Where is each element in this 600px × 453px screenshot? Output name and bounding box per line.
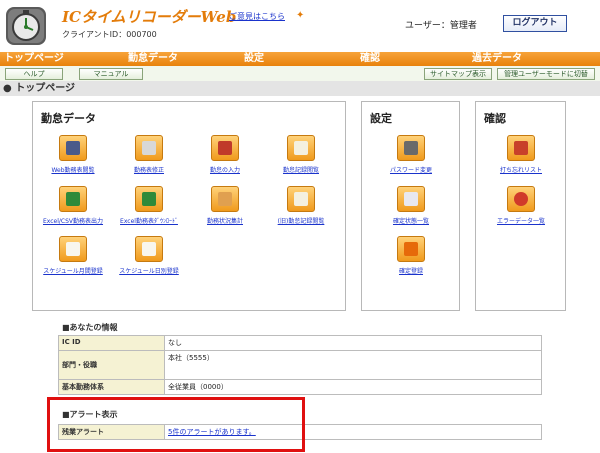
tile-label[interactable]: 勤務状況集計 [189,216,261,225]
main-nav: トップページ 勤怠データ 設定 確認 過去データ [0,52,600,66]
tile-confirm-register[interactable]: 確定登録 [375,236,447,275]
manual-button[interactable]: マニュアル [79,68,143,80]
excel-icon [59,186,87,212]
feedback-link[interactable]: ご意見はこちら [229,11,285,22]
tile-label[interactable]: (旧)勤怠記録閲覧 [265,216,337,225]
logout-button[interactable]: ログアウト [503,15,567,32]
tile-schedule-daily[interactable]: スケジュール日別登録 [113,236,185,275]
info-value: 全従業員（0000） [164,379,542,395]
tile-error-data-list[interactable]: エラーデータ一覧 [485,186,557,225]
app-title: ICタイムリコーダーWeb [62,8,237,26]
nav-top-page[interactable]: トップページ [4,52,64,66]
tile-label[interactable]: Web勤務表閲覧 [37,165,109,174]
tile-work-summary[interactable]: 勤務状況集計 [189,186,261,225]
tile-excel-csv-export[interactable]: Excel/CSV勤務表出力 [37,186,109,225]
tile-label[interactable]: 勤怠記録閲覧 [265,165,337,174]
tile-missed-punch-list[interactable]: 打ち忘れリスト [485,135,557,174]
info-value: 本社（5555） [164,350,542,380]
tile-excel-download[interactable]: Excel勤務表ﾀﾞｳﾝﾛｰﾄﾞ [113,186,185,225]
your-info-table: IC ID なし 部門・役職 本社（5555） 基本勤務体系 全従業員（0000… [58,335,542,395]
tile-label[interactable]: 確定登録 [375,266,447,275]
info-key: IC ID [58,335,165,351]
tile-label[interactable]: 打ち忘れリスト [485,165,557,174]
user-label: ユーザー：管理者 [405,21,477,31]
info-key: 基本勤務体系 [58,379,165,395]
info-value: なし [164,335,542,351]
sub-toolbar: ヘルプ マニュアル サイトマップ表示 管理ユーザーモードに切替 [0,66,600,81]
tile-label[interactable]: Excel/CSV勤務表出力 [37,216,109,225]
excel-download-icon [135,186,163,212]
tile-attendance-input[interactable]: 勤怠の入力 [189,135,261,174]
calendar-icon [287,135,315,161]
sitemap-button[interactable]: サイトマップ表示 [424,68,492,80]
nav-attendance-data[interactable]: 勤怠データ [128,52,178,66]
table-row: 基本勤務体系 全従業員（0000） [58,379,542,395]
people-icon [211,186,239,212]
tile-confirm-status-list[interactable]: 確定状態一覧 [375,186,447,225]
tile-label[interactable]: エラーデータ一覧 [485,216,557,225]
confirm-panel-title: 確認 [484,112,506,125]
key-icon [397,135,425,161]
page-title: ● トップページ [0,81,600,96]
your-info-title: ■あなたの情報 [62,323,118,332]
tile-label[interactable]: パスワード変更 [375,165,447,174]
attendance-panel-title: 勤怠データ [41,112,96,125]
monitor-icon [59,135,87,161]
table-row: 部門・役職 本社（5555） [58,350,542,380]
tile-record-view[interactable]: 勤怠記録閲覧 [265,135,337,174]
settings-panel: 設定 パスワード変更 確定状態一覧 確定登録 [361,101,460,311]
tile-label[interactable]: 勤怠の入力 [189,165,261,174]
tile-schedule-monthly[interactable]: スケジュール月間登録 [37,236,109,275]
nav-confirm[interactable]: 確認 [360,52,380,66]
calendar-day-icon [135,236,163,262]
checklist-icon [397,186,425,212]
broom-icon [135,135,163,161]
error-icon [507,186,535,212]
calendar-icon [287,186,315,212]
device-icon [211,135,239,161]
nav-settings[interactable]: 設定 [244,52,264,66]
tile-label[interactable]: 確定状態一覧 [375,216,447,225]
info-key: 部門・役職 [58,350,165,380]
stopwatch-logo-icon [6,7,46,45]
tile-old-record-view[interactable]: (旧)勤怠記録閲覧 [265,186,337,225]
nav-past-data[interactable]: 過去データ [472,52,522,66]
client-id: クライアントID：000700 [62,30,157,39]
checkmark-icon [397,236,425,262]
tile-password-change[interactable]: パスワード変更 [375,135,447,174]
tile-timesheet-edit[interactable]: 勤務表修正 [113,135,185,174]
tile-label[interactable]: スケジュール日別登録 [113,266,185,275]
punch-card-icon [507,135,535,161]
calendar-month-icon [59,236,87,262]
tile-web-timesheet[interactable]: Web勤務表閲覧 [37,135,109,174]
feedback-sparkle-icon: ✦ [296,10,305,21]
table-row: IC ID なし [58,335,542,351]
attendance-panel: 勤怠データ Web勤務表閲覧 勤務表修正 勤怠の入力 勤怠記録閲覧 Excel/… [32,101,346,311]
admin-mode-button[interactable]: 管理ユーザーモードに切替 [497,68,595,80]
tile-label[interactable]: Excel勤務表ﾀﾞｳﾝﾛｰﾄﾞ [113,216,185,225]
tile-label[interactable]: スケジュール月間登録 [37,266,109,275]
tile-label[interactable]: 勤務表修正 [113,165,185,174]
alert-highlight-box [47,397,305,452]
header: ICタイムリコーダーWeb ご意見はこちら ✦ クライアントID：000700 … [0,0,600,52]
confirm-panel: 確認 打ち忘れリスト エラーデータ一覧 [475,101,566,311]
help-button[interactable]: ヘルプ [5,68,63,80]
settings-panel-title: 設定 [370,112,392,125]
